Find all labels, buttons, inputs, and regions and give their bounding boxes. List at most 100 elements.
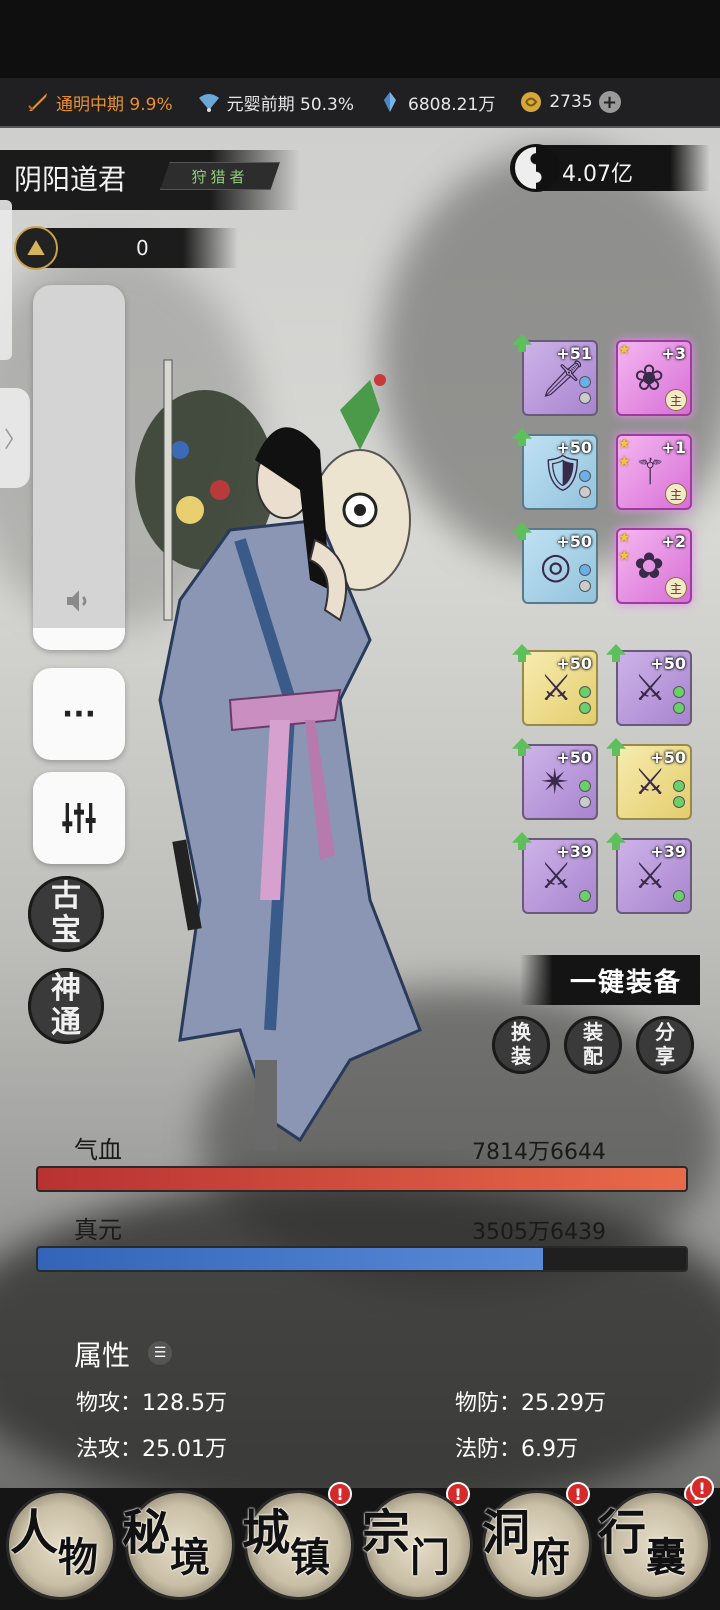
volume-slider[interactable] — [33, 285, 125, 650]
equip-slot-grid-3[interactable]: ✴ +50 — [522, 744, 598, 820]
equalizer-button[interactable] — [33, 772, 125, 864]
currency-resource[interactable]: 2735 + — [519, 90, 621, 114]
equip-level: +50 — [556, 438, 592, 457]
ability-label-top: 神 — [51, 971, 81, 1006]
change-outfit-button[interactable]: 换 装 — [492, 1016, 550, 1074]
mag-atk: 法攻：25.01万 — [76, 1437, 227, 1462]
equip-level: +50 — [556, 654, 592, 673]
equip-slot-grid-4[interactable]: ⚔ +50 — [616, 744, 692, 820]
speaker-icon — [67, 590, 87, 612]
nav-bag-b: 囊 — [646, 1534, 687, 1581]
sword-icon: ⚔ — [540, 856, 573, 897]
match-button[interactable]: 装 配 — [564, 1016, 622, 1074]
mp-bar — [36, 1246, 688, 1272]
more-options-button[interactable]: ··· — [33, 668, 125, 760]
gem-icon — [579, 580, 591, 592]
equip-all-label: 一键装备 — [569, 967, 682, 998]
mace-icon: ✴ — [540, 762, 571, 803]
plus-icon[interactable]: + — [598, 91, 621, 113]
ability-button[interactable]: 神 通 — [28, 968, 104, 1044]
main-badge: 主 — [665, 389, 687, 411]
character-illustration — [135, 359, 422, 1150]
equip-level: +50 — [650, 748, 686, 767]
share-button[interactable]: 分 享 — [636, 1016, 694, 1074]
gem-icon — [579, 796, 591, 808]
list-icon[interactable]: ☰ — [148, 1341, 172, 1365]
nav-bag-label: 行囊 — [598, 1505, 686, 1581]
spirit-stone-resource[interactable]: 6808.21万 — [378, 90, 495, 115]
treasure-label-top: 古 — [51, 879, 81, 914]
side-drawer-toggle[interactable]: 〉 — [0, 388, 30, 488]
equip-slot-grid-2[interactable]: ⚔ +50 — [616, 650, 692, 726]
fan-icon — [198, 94, 219, 112]
gem-icon — [673, 890, 685, 902]
equip-all-button[interactable]: 一键装备 — [520, 955, 700, 1005]
gem-icon — [673, 796, 685, 808]
gem-icon — [579, 392, 591, 404]
attributes-title: 属性 — [74, 1339, 131, 1372]
sword-icon: ⚔ — [634, 668, 667, 709]
nav-town-a: 城 — [242, 1505, 291, 1561]
side-panel-edge[interactable] — [0, 200, 12, 360]
sword-icon: ⚔ — [540, 668, 573, 709]
hp-bar-fill — [38, 1168, 686, 1190]
yinyang-icon[interactable] — [512, 144, 560, 192]
nav-cave-a: 洞 — [482, 1505, 531, 1561]
player-name: 阴阳道君 — [14, 163, 127, 196]
sliders-icon — [62, 803, 96, 833]
phys-def: 物防：25.29万 — [455, 1391, 606, 1416]
equip-slot-grid-6[interactable]: ⚔ +39 — [616, 838, 692, 914]
top-pattern — [0, 0, 720, 78]
nav-bag-a: 行 — [598, 1505, 647, 1561]
equip-slot-armor[interactable]: 🛡 +50 — [522, 434, 598, 510]
sword-icon: ⚔ — [634, 762, 667, 803]
mag-def: 法防：6.9万 — [455, 1437, 578, 1462]
match-bottom: 配 — [583, 1044, 603, 1068]
star-icon: ★ — [618, 530, 631, 546]
equip-slot-ring[interactable]: ◎ +50 — [522, 528, 598, 604]
nav-cave-label: 洞府 — [482, 1505, 570, 1581]
treasure-button[interactable]: 古 宝 — [28, 876, 104, 952]
change-outfit-top: 换 — [511, 1020, 531, 1044]
nav-realm-a: 秘 — [122, 1505, 171, 1561]
nav-bag-badge: ! — [690, 1476, 714, 1500]
coin-icon — [521, 92, 542, 112]
equip-level: +1 — [661, 438, 686, 457]
treasure-label-bottom: 宝 — [51, 913, 81, 948]
mountain-icon[interactable]: ⛰ — [14, 226, 58, 270]
change-outfit-bottom: 装 — [511, 1044, 531, 1068]
hp-bar — [36, 1166, 688, 1192]
player-title-badge[interactable]: 狩猎者 — [160, 162, 280, 190]
gem-icon — [579, 686, 591, 698]
volume-fill — [33, 628, 125, 650]
equip-slot-weapon[interactable]: 🗡 +51 — [522, 340, 598, 416]
equip-level: +50 — [650, 654, 686, 673]
mp-bar-fill — [38, 1248, 544, 1270]
hp-value: 7814万6644 — [472, 1140, 606, 1165]
artifact-icon: ⚚ — [634, 452, 667, 493]
nav-sect-label: 宗门 — [362, 1505, 450, 1581]
nav-realm-b: 境 — [170, 1534, 211, 1581]
phys-atk: 物攻：128.5万 — [76, 1391, 227, 1416]
sword-icon: ⚔ — [634, 856, 667, 897]
equip-slot-grid-5[interactable]: ⚔ +39 — [522, 838, 598, 914]
equip-level: +39 — [556, 842, 592, 861]
mp-label: 真元 — [74, 1216, 122, 1244]
artifact-icon: ❀ — [634, 358, 665, 399]
equip-slot-grid-1[interactable]: ⚔ +50 — [522, 650, 598, 726]
nav-town-b: 镇 — [290, 1534, 331, 1581]
nav-secret-realm-label: 秘境 — [122, 1505, 210, 1581]
hp-label: 气血 — [74, 1136, 122, 1164]
cultivation-resource[interactable]: 通明中期 9.9% — [26, 90, 173, 115]
gem-icon — [673, 686, 685, 698]
gem-icon — [673, 780, 685, 792]
nav-cave-b: 府 — [530, 1534, 571, 1581]
realm-resource[interactable]: 元婴前期 50.3% — [197, 90, 354, 115]
star-icon: ★ — [618, 342, 631, 358]
equip-level: +2 — [661, 532, 686, 551]
nav-char-b: 物 — [58, 1534, 99, 1581]
nav-sect-b: 门 — [410, 1534, 451, 1581]
nav-char-a: 人 — [10, 1505, 59, 1561]
nav-sect-a: 宗 — [362, 1505, 411, 1561]
main-badge: 主 — [665, 577, 687, 599]
